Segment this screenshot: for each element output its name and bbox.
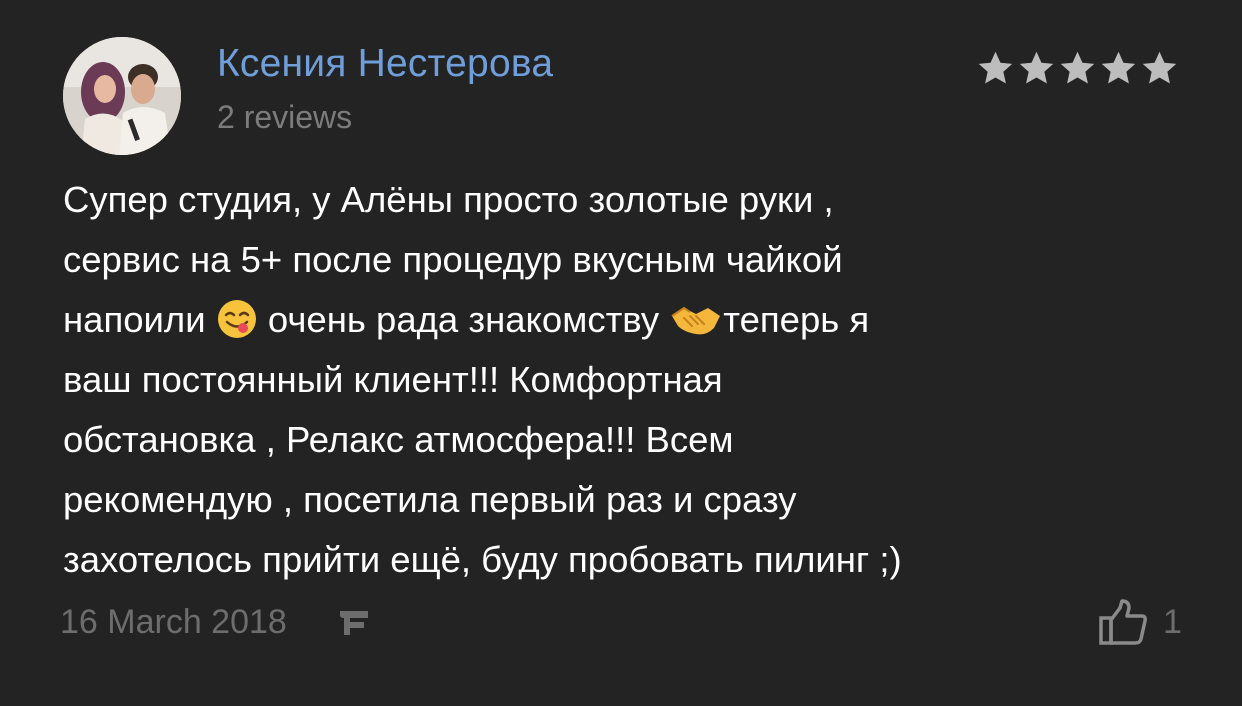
- review-text-line: ваш постоянный клиент!!! Комфортная: [63, 359, 723, 400]
- review-text-line: Супер студия, у Алёны просто золотые рук…: [63, 179, 834, 220]
- review-date: 16 March 2018: [60, 603, 287, 641]
- star-icon: [1060, 51, 1095, 84]
- yum-face-emoji: [217, 300, 256, 338]
- star-icon: [1142, 51, 1177, 84]
- star-icon: [978, 51, 1013, 84]
- foursquare-icon: [340, 611, 368, 635]
- thumbs-up-icon[interactable]: [1098, 598, 1148, 646]
- review-text-fragment: теперь я: [723, 299, 870, 340]
- review-text: Супер студия, у Алёны просто золотые рук…: [63, 170, 1183, 590]
- star-icon: [1101, 51, 1136, 84]
- review-text-line: обстановка , Релакс атмосфера!!! Всем: [63, 419, 734, 460]
- star-rating: [975, 48, 1180, 89]
- review-text-line: захотелось прийти ещё, буду пробовать пи…: [63, 539, 902, 580]
- author-name[interactable]: Ксения Нестерова: [217, 42, 553, 86]
- avatar-photo: [63, 37, 181, 155]
- review-card: Ксения Нестерова 2 reviews Супер студия,…: [0, 0, 1242, 706]
- review-text-fragment: напоили: [63, 299, 216, 340]
- review-count: 2 reviews: [217, 99, 353, 135]
- review-text-fragment: очень рада знакомству: [257, 299, 670, 340]
- like-count: 1: [1163, 603, 1182, 641]
- review-text-line: напоили очень рада знакомству теперь я: [63, 290, 1183, 350]
- star-icon: [1019, 51, 1054, 84]
- review-text-line: рекомендую , посетила первый раз и сразу: [63, 479, 797, 520]
- review-text-line: сервис на 5+ после процедур вкусным чайк…: [63, 239, 843, 280]
- handshake-emoji: [671, 306, 721, 335]
- avatar[interactable]: [63, 37, 181, 155]
